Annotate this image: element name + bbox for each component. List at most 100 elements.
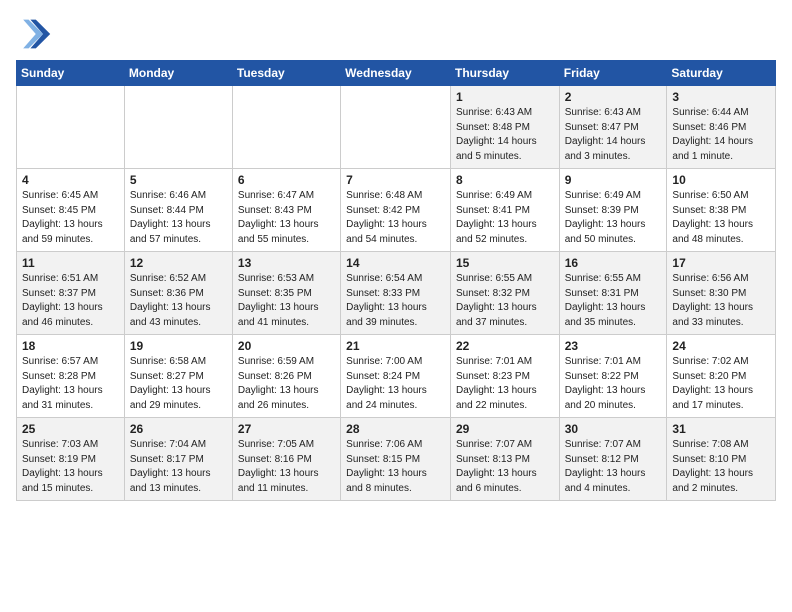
day-number: 13 [238,256,335,270]
calendar-cell: 22 Sunrise: 7:01 AM Sunset: 8:23 PM Dayli… [450,335,559,418]
day-info: Sunrise: 7:01 AM Sunset: 8:23 PM Dayligh… [456,355,554,413]
day-info: Sunrise: 6:58 AM Sunset: 8:27 PM Dayligh… [130,355,227,413]
day-number: 16 [565,256,662,270]
calendar-cell: 2 Sunrise: 6:43 AM Sunset: 8:47 PM Daylig… [559,86,667,169]
day-number: 30 [565,422,662,436]
day-info: Sunrise: 6:48 AM Sunset: 8:42 PM Dayligh… [346,189,445,247]
col-header-sunday: Sunday [17,61,125,86]
day-info: Sunrise: 6:54 AM Sunset: 8:33 PM Dayligh… [346,272,445,330]
day-info: Sunrise: 6:46 AM Sunset: 8:44 PM Dayligh… [130,189,227,247]
day-number: 1 [456,90,554,104]
calendar-cell: 28 Sunrise: 7:06 AM Sunset: 8:15 PM Dayli… [341,418,451,501]
day-number: 27 [238,422,335,436]
page-header [16,16,776,52]
calendar-table: SundayMondayTuesdayWednesdayThursdayFrid… [16,60,776,501]
calendar-cell: 30 Sunrise: 7:07 AM Sunset: 8:12 PM Dayli… [559,418,667,501]
calendar-cell: 14 Sunrise: 6:54 AM Sunset: 8:33 PM Dayli… [341,252,451,335]
day-info: Sunrise: 7:07 AM Sunset: 8:13 PM Dayligh… [456,438,554,496]
calendar-cell: 7 Sunrise: 6:48 AM Sunset: 8:42 PM Daylig… [341,169,451,252]
col-header-friday: Friday [559,61,667,86]
day-number: 6 [238,173,335,187]
day-info: Sunrise: 6:50 AM Sunset: 8:38 PM Dayligh… [672,189,770,247]
col-header-thursday: Thursday [450,61,559,86]
calendar-cell: 17 Sunrise: 6:56 AM Sunset: 8:30 PM Dayli… [667,252,776,335]
calendar-cell: 31 Sunrise: 7:08 AM Sunset: 8:10 PM Dayli… [667,418,776,501]
day-info: Sunrise: 6:43 AM Sunset: 8:48 PM Dayligh… [456,106,554,164]
day-number: 14 [346,256,445,270]
day-info: Sunrise: 6:49 AM Sunset: 8:39 PM Dayligh… [565,189,662,247]
day-number: 10 [672,173,770,187]
day-number: 23 [565,339,662,353]
day-number: 22 [456,339,554,353]
day-info: Sunrise: 6:44 AM Sunset: 8:46 PM Dayligh… [672,106,770,164]
day-info: Sunrise: 6:55 AM Sunset: 8:32 PM Dayligh… [456,272,554,330]
day-info: Sunrise: 7:01 AM Sunset: 8:22 PM Dayligh… [565,355,662,413]
calendar-cell: 20 Sunrise: 6:59 AM Sunset: 8:26 PM Dayli… [232,335,340,418]
day-info: Sunrise: 6:57 AM Sunset: 8:28 PM Dayligh… [22,355,119,413]
day-info: Sunrise: 6:47 AM Sunset: 8:43 PM Dayligh… [238,189,335,247]
logo [16,16,56,52]
day-number: 20 [238,339,335,353]
day-number: 19 [130,339,227,353]
day-info: Sunrise: 6:51 AM Sunset: 8:37 PM Dayligh… [22,272,119,330]
day-number: 4 [22,173,119,187]
calendar-cell: 5 Sunrise: 6:46 AM Sunset: 8:44 PM Daylig… [124,169,232,252]
calendar-cell [124,86,232,169]
day-number: 28 [346,422,445,436]
day-info: Sunrise: 6:43 AM Sunset: 8:47 PM Dayligh… [565,106,662,164]
day-number: 2 [565,90,662,104]
day-info: Sunrise: 7:08 AM Sunset: 8:10 PM Dayligh… [672,438,770,496]
day-info: Sunrise: 6:45 AM Sunset: 8:45 PM Dayligh… [22,189,119,247]
day-info: Sunrise: 7:03 AM Sunset: 8:19 PM Dayligh… [22,438,119,496]
day-number: 21 [346,339,445,353]
day-info: Sunrise: 6:55 AM Sunset: 8:31 PM Dayligh… [565,272,662,330]
calendar-cell: 3 Sunrise: 6:44 AM Sunset: 8:46 PM Daylig… [667,86,776,169]
day-number: 25 [22,422,119,436]
day-number: 31 [672,422,770,436]
day-info: Sunrise: 7:02 AM Sunset: 8:20 PM Dayligh… [672,355,770,413]
calendar-cell [17,86,125,169]
day-info: Sunrise: 6:59 AM Sunset: 8:26 PM Dayligh… [238,355,335,413]
calendar-cell: 9Sunrise: 6:49 AM Sunset: 8:39 PM Daylig… [559,169,667,252]
day-number: 17 [672,256,770,270]
day-number: 24 [672,339,770,353]
day-number: 7 [346,173,445,187]
day-info: Sunrise: 6:53 AM Sunset: 8:35 PM Dayligh… [238,272,335,330]
day-number: 3 [672,90,770,104]
calendar-cell: 1 Sunrise: 6:43 AM Sunset: 8:48 PM Daylig… [450,86,559,169]
calendar-cell: 24 Sunrise: 7:02 AM Sunset: 8:20 PM Dayli… [667,335,776,418]
day-number: 5 [130,173,227,187]
day-info: Sunrise: 7:07 AM Sunset: 8:12 PM Dayligh… [565,438,662,496]
logo-icon [16,16,52,52]
day-number: 18 [22,339,119,353]
day-number: 15 [456,256,554,270]
day-info: Sunrise: 7:04 AM Sunset: 8:17 PM Dayligh… [130,438,227,496]
calendar-cell: 15 Sunrise: 6:55 AM Sunset: 8:32 PM Dayli… [450,252,559,335]
day-number: 8 [456,173,554,187]
day-info: Sunrise: 7:05 AM Sunset: 8:16 PM Dayligh… [238,438,335,496]
calendar-cell: 21 Sunrise: 7:00 AM Sunset: 8:24 PM Dayli… [341,335,451,418]
calendar-cell: 26 Sunrise: 7:04 AM Sunset: 8:17 PM Dayli… [124,418,232,501]
calendar-cell: 12 Sunrise: 6:52 AM Sunset: 8:36 PM Dayli… [124,252,232,335]
day-number: 26 [130,422,227,436]
col-header-monday: Monday [124,61,232,86]
day-info: Sunrise: 6:52 AM Sunset: 8:36 PM Dayligh… [130,272,227,330]
day-info: Sunrise: 7:06 AM Sunset: 8:15 PM Dayligh… [346,438,445,496]
calendar-cell: 27 Sunrise: 7:05 AM Sunset: 8:16 PM Dayli… [232,418,340,501]
col-header-wednesday: Wednesday [341,61,451,86]
col-header-saturday: Saturday [667,61,776,86]
calendar-cell: 6 Sunrise: 6:47 AM Sunset: 8:43 PM Daylig… [232,169,340,252]
day-info: Sunrise: 7:00 AM Sunset: 8:24 PM Dayligh… [346,355,445,413]
day-info: Sunrise: 6:56 AM Sunset: 8:30 PM Dayligh… [672,272,770,330]
calendar-cell: 4 Sunrise: 6:45 AM Sunset: 8:45 PM Daylig… [17,169,125,252]
calendar-cell: 29 Sunrise: 7:07 AM Sunset: 8:13 PM Dayli… [450,418,559,501]
calendar-cell: 10 Sunrise: 6:50 AM Sunset: 8:38 PM Dayli… [667,169,776,252]
calendar-cell: 25 Sunrise: 7:03 AM Sunset: 8:19 PM Dayli… [17,418,125,501]
calendar-cell: 19 Sunrise: 6:58 AM Sunset: 8:27 PM Dayli… [124,335,232,418]
day-number: 29 [456,422,554,436]
day-number: 12 [130,256,227,270]
calendar-cell: 8Sunrise: 6:49 AM Sunset: 8:41 PM Daylig… [450,169,559,252]
calendar-cell: 23 Sunrise: 7:01 AM Sunset: 8:22 PM Dayli… [559,335,667,418]
calendar-cell [341,86,451,169]
calendar-cell [232,86,340,169]
